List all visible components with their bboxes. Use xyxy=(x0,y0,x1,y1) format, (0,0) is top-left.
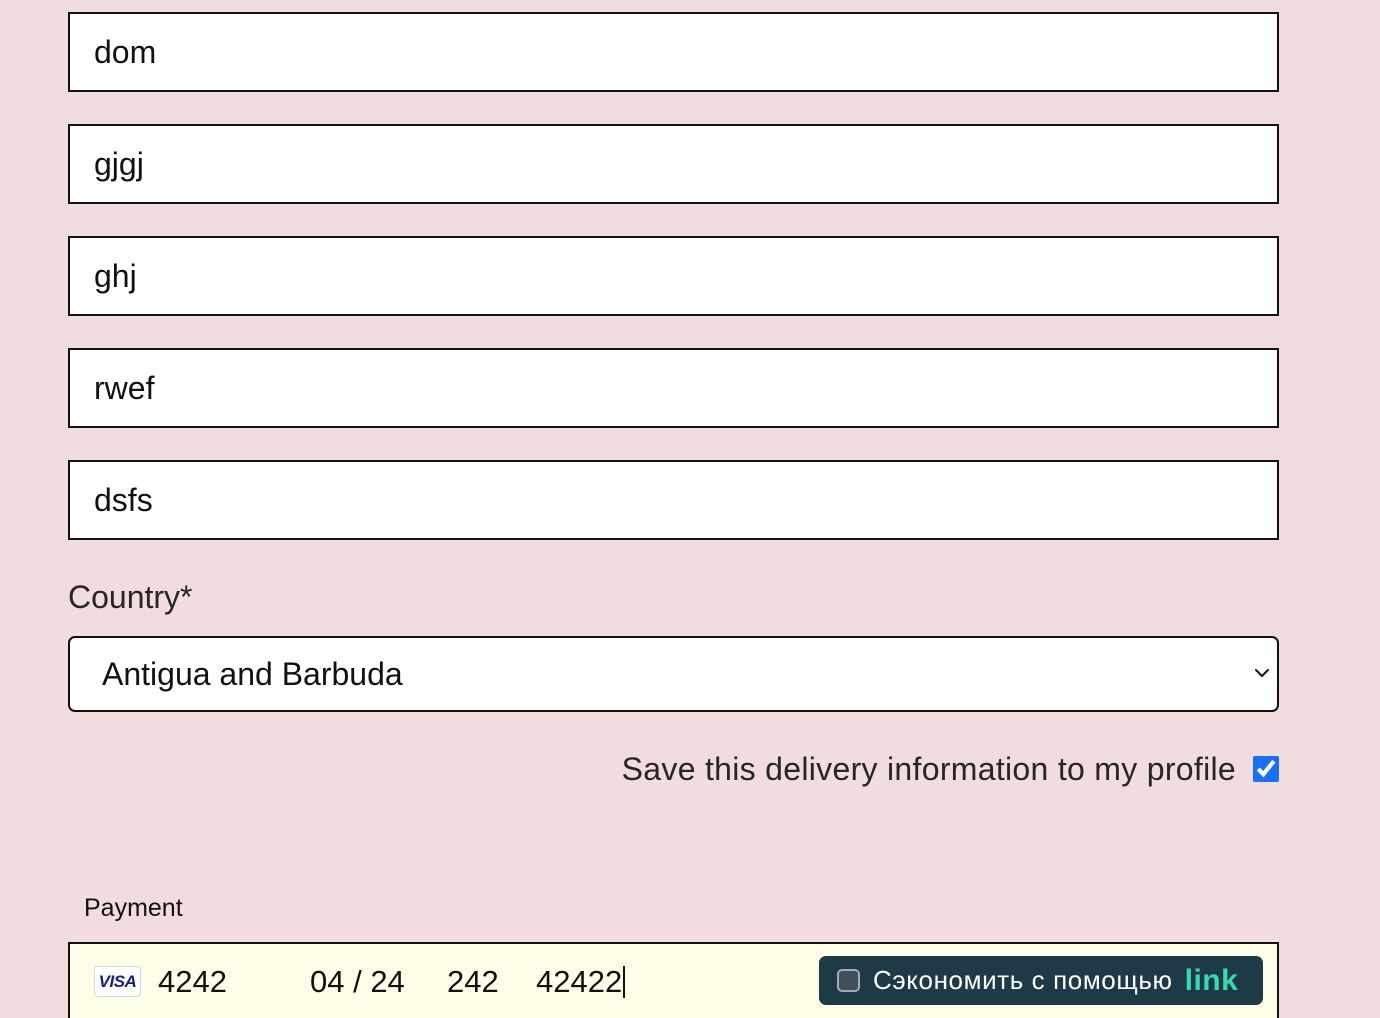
link-save-label: Сэкономить с помощью xyxy=(873,965,1173,995)
address-field-4[interactable] xyxy=(68,348,1279,428)
country-select-wrapper: Antigua and Barbuda xyxy=(68,636,1279,712)
link-save-button[interactable]: Сэкономить с помощью link xyxy=(819,956,1263,1005)
address-field-1[interactable] xyxy=(68,12,1279,92)
address-field-2[interactable] xyxy=(68,124,1279,204)
card-cvc-input[interactable] xyxy=(447,962,527,1002)
checkout-form: Country* Antigua and Barbuda Save this d… xyxy=(0,0,1380,1018)
save-delivery-checkbox[interactable] xyxy=(1253,756,1279,782)
postal-code-input[interactable] xyxy=(536,962,776,1002)
visa-card-icon: VISA xyxy=(94,966,141,997)
country-label: Country* xyxy=(68,579,193,615)
save-delivery-label: Save this delivery information to my pro… xyxy=(621,751,1236,787)
payment-card-element: VISA Сэкономить с помощью link xyxy=(68,942,1279,1018)
link-save-checkbox[interactable] xyxy=(837,969,860,992)
link-logo-icon: link xyxy=(1184,963,1239,997)
address-field-5[interactable] xyxy=(68,460,1279,540)
address-field-3[interactable] xyxy=(68,236,1279,316)
card-number-input[interactable] xyxy=(158,962,298,1002)
country-select[interactable]: Antigua and Barbuda xyxy=(68,636,1279,712)
card-expiry-input[interactable] xyxy=(310,962,435,1002)
text-caret xyxy=(623,966,625,998)
payment-label: Payment xyxy=(84,894,183,922)
